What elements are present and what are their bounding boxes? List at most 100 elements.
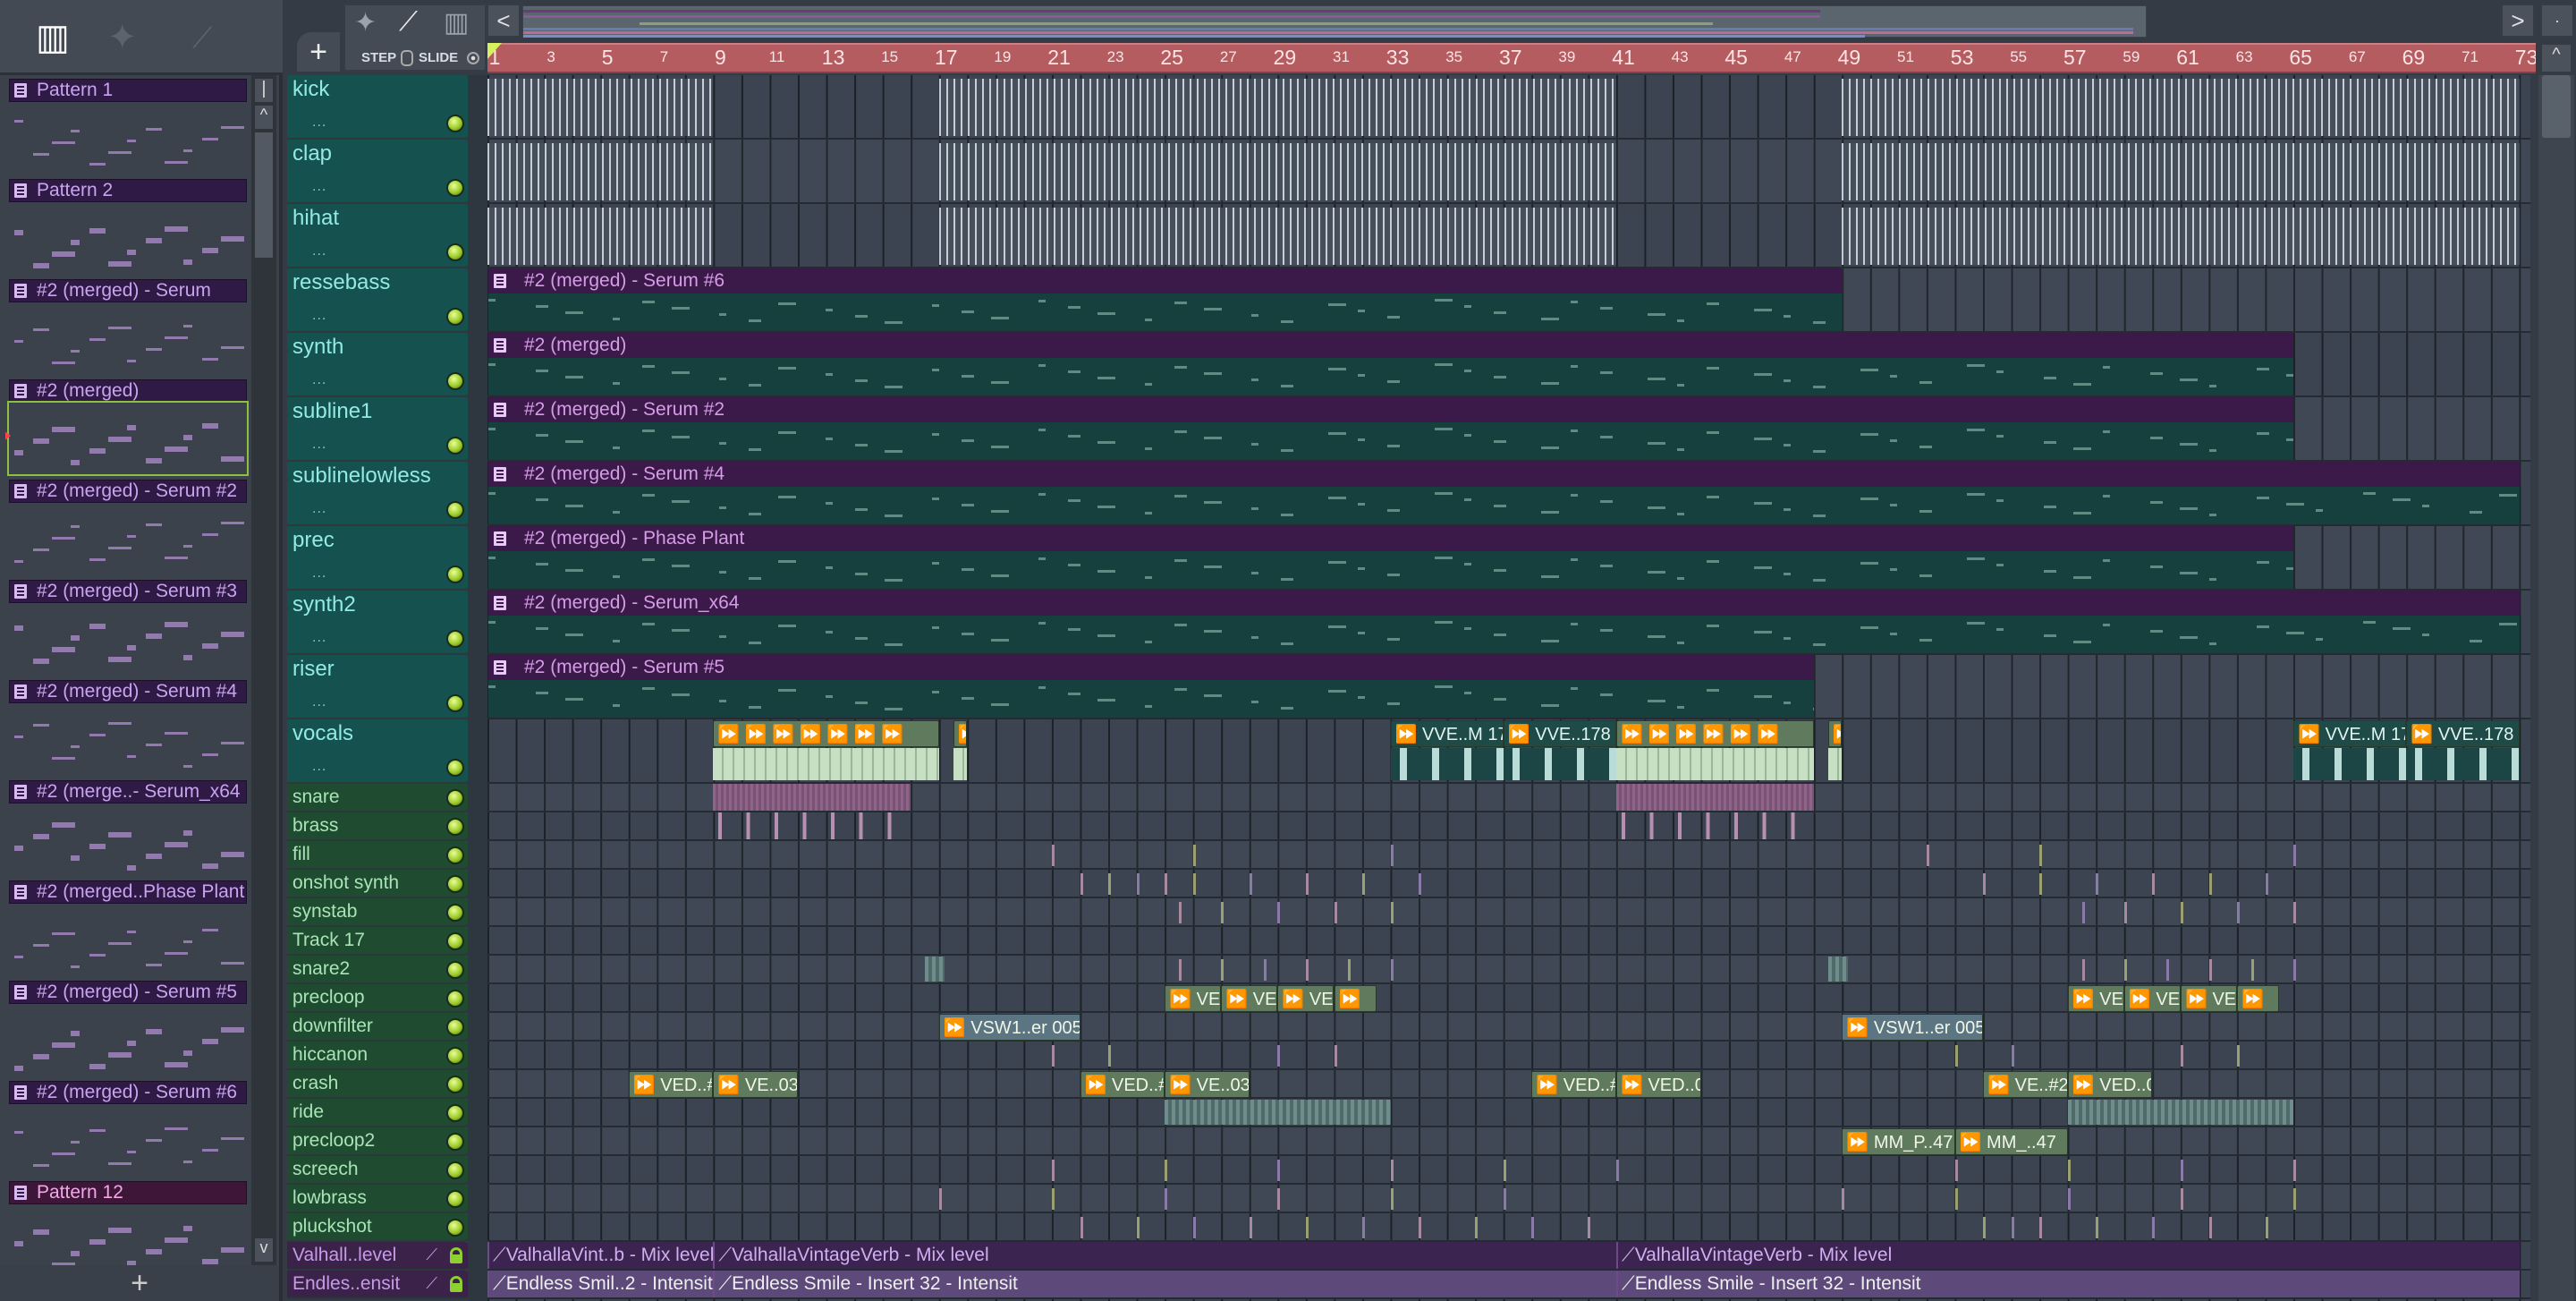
pattern-clip[interactable]: #2 (merged) - Phase Plant <box>487 526 2294 589</box>
track-enable-led[interactable] <box>446 789 464 807</box>
pattern-clip[interactable]: #2 (merged) - Serum_x64 <box>487 591 2520 653</box>
note-marker[interactable] <box>1419 1217 1422 1238</box>
note-marker[interactable] <box>1390 959 1394 981</box>
audio-clip[interactable]: ⏩ VED..03 <box>1616 1071 1701 1098</box>
note-marker[interactable] <box>1052 1160 1055 1181</box>
track-header[interactable]: vocals... <box>287 719 475 784</box>
note-marker[interactable] <box>2181 1160 2183 1181</box>
pattern-label[interactable]: #2 (merged) <box>9 379 247 403</box>
note-marker[interactable] <box>1178 959 1182 981</box>
track-header[interactable]: crash <box>287 1070 475 1099</box>
note-marker[interactable] <box>2096 873 2099 895</box>
note-marker[interactable] <box>1305 1217 1309 1238</box>
track-header[interactable]: hihat... <box>287 204 475 268</box>
track-enable-led[interactable] <box>446 501 464 519</box>
note-marker[interactable] <box>1277 902 1281 923</box>
note-marker[interactable] <box>1249 1217 1252 1238</box>
note-marker[interactable] <box>2039 1217 2043 1238</box>
note-marker[interactable] <box>2208 1217 2212 1238</box>
track-lane[interactable]: #2 (merged) - Serum #4 <box>487 462 2530 526</box>
pattern-clip[interactable]: #2 (merged) - Serum #4 <box>487 462 2520 524</box>
pattern-label[interactable]: #2 (merged) - Serum #2 <box>9 480 247 503</box>
track-options-dots[interactable]: ... <box>312 437 326 453</box>
note-marker[interactable] <box>1052 1188 1055 1210</box>
audio-clip[interactable]: ⏩ MM_P..47 <box>1842 1128 1955 1155</box>
pattern-clip[interactable]: #2 (merged) - Serum #5 <box>487 655 1814 718</box>
automation-lane[interactable]: ⟋ValhallaVint..b - Mix level ⟋ValhallaVin… <box>487 1242 2530 1271</box>
track-enable-led[interactable] <box>446 1018 464 1036</box>
track-enable-led[interactable] <box>446 1047 464 1065</box>
track-header[interactable]: hiccanon <box>287 1042 475 1070</box>
track-header[interactable]: synth... <box>287 333 475 397</box>
audio-clip[interactable]: ⏩ VVE..M 178 <box>1390 720 1504 747</box>
audio-clip[interactable]: ⏩ VE.. <box>1277 985 1335 1012</box>
pattern-label[interactable]: Pattern 1 <box>9 79 247 102</box>
note-marker[interactable] <box>1390 1160 1394 1181</box>
track-enable-led[interactable] <box>446 990 464 1008</box>
audio-clip[interactable]: ⏩ MM_..47 <box>1954 1128 2068 1155</box>
note-marker[interactable] <box>1616 1160 1619 1181</box>
note-marker[interactable] <box>2265 1217 2268 1238</box>
pattern-item[interactable]: Pattern 2 <box>5 175 249 276</box>
scroll-up-button[interactable]: ^ <box>255 106 273 129</box>
pattern-label[interactable]: #2 (merged) - Serum #6 <box>9 1081 247 1104</box>
track-lane[interactable]: #2 (merged) - Phase Plant <box>487 526 2530 591</box>
track-lane[interactable] <box>487 1156 2530 1185</box>
pattern-clip[interactable] <box>1616 784 1814 811</box>
track-enable-led[interactable] <box>446 1219 464 1237</box>
note-marker[interactable] <box>938 1188 942 1210</box>
track-lane[interactable] <box>487 784 2530 812</box>
track-enable-led[interactable] <box>446 932 464 950</box>
playlist-overview[interactable] <box>522 5 2147 38</box>
audio-clip[interactable]: ⏩ VSW1..er 005 <box>938 1014 1080 1041</box>
track-header[interactable]: snare <box>287 784 475 812</box>
track-enable-led[interactable] <box>446 1161 464 1179</box>
scroll-thumb[interactable] <box>255 132 273 258</box>
audio-clip[interactable]: ⏩ <box>1334 985 1377 1012</box>
zoom-handle[interactable]: · <box>2540 4 2574 38</box>
automation-clip[interactable]: ⟋Endless Smil..2 - Intensit <box>487 1271 714 1297</box>
note-marker[interactable] <box>2237 902 2241 923</box>
track-lane[interactable]: #2 (merged) <box>487 333 2530 397</box>
automation-clip[interactable]: ⟋ValhallaVint..b - Mix level <box>487 1242 714 1269</box>
note-marker[interactable] <box>1362 873 1366 895</box>
audio-clip[interactable]: ⏩ ⏩ ⏩ ⏩ ⏩ ⏩ <box>1616 720 1814 747</box>
track-lane[interactable]: #2 (merged) - Serum #6 <box>487 268 2530 333</box>
track-header[interactable]: downfilter <box>287 1013 475 1042</box>
note-marker[interactable] <box>2181 902 2183 923</box>
scroll-down-button[interactable]: v <box>255 1238 273 1262</box>
note-marker[interactable] <box>2250 959 2254 981</box>
pattern-label[interactable]: Pattern 2 <box>9 179 247 202</box>
track-header[interactable]: fill <box>287 841 475 870</box>
pattern-label[interactable]: #2 (merged..Phase Plant <box>9 880 247 904</box>
note-marker[interactable] <box>2123 959 2127 981</box>
note-marker[interactable] <box>2181 1045 2183 1067</box>
audio-clip[interactable] <box>925 957 945 982</box>
list-toggle-button[interactable]: | <box>255 79 273 102</box>
audio-clip[interactable]: ⏩ VVE..178 <box>1503 720 1616 747</box>
automation-lane[interactable]: ⟋Endless Smil..2 - Intensit ⟋Endless Smil… <box>487 1271 2530 1299</box>
note-marker[interactable] <box>1334 1045 1337 1067</box>
track-lane[interactable] <box>487 812 2530 841</box>
track-enable-led[interactable] <box>446 437 464 455</box>
note-marker[interactable] <box>2039 873 2043 895</box>
pattern-label[interactable]: #2 (merged) - Serum #3 <box>9 580 247 603</box>
note-marker[interactable] <box>1927 845 1930 866</box>
pattern-label[interactable]: Pattern 12 <box>9 1181 247 1204</box>
pattern-label[interactable]: #2 (merged) - Serum #4 <box>9 680 247 703</box>
pattern-item[interactable]: #2 (merged) - Serum <box>5 276 249 376</box>
automation-track-header[interactable]: Endles..ensit ⟋ <box>287 1271 475 1299</box>
note-marker[interactable] <box>1419 873 1422 895</box>
pattern-clip[interactable] <box>1616 812 1814 839</box>
track-options-dots[interactable]: ... <box>312 243 326 259</box>
audio-clip[interactable]: ⏩ ⏩ ⏩ ⏩ ⏩ ⏩ ⏩ <box>713 720 939 747</box>
automation-clip[interactable]: ⟋ValhallaVintageVerb - Mix level <box>1616 1242 2520 1269</box>
track-options-dots[interactable]: ... <box>312 694 326 710</box>
audio-clip[interactable]: ⏩ VE.. <box>1165 985 1222 1012</box>
track-lane[interactable]: ⏩ MM_P..47 ⏩ MM_..47 <box>487 1127 2530 1156</box>
note-marker[interactable] <box>1503 1188 1506 1210</box>
note-marker[interactable] <box>1390 1188 1394 1210</box>
step-toggle[interactable] <box>401 50 413 66</box>
track-lane[interactable] <box>487 1099 2530 1127</box>
note-marker[interactable] <box>2293 845 2297 866</box>
